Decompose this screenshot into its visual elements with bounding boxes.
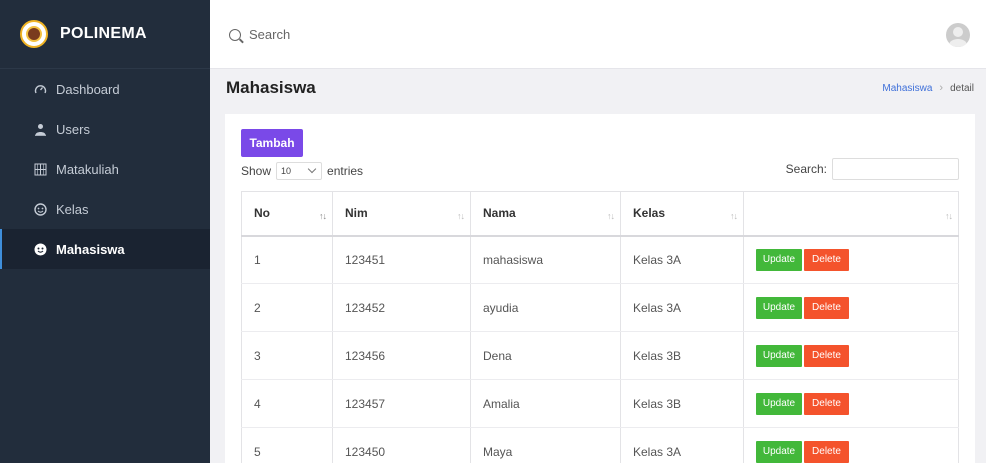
- update-button[interactable]: Update: [756, 440, 802, 463]
- cell-kelas: Kelas 3A: [620, 283, 744, 332]
- update-button[interactable]: Update: [756, 344, 802, 367]
- table-search-input[interactable]: [832, 158, 959, 180]
- sidebar-item-label: Kelas: [56, 201, 89, 217]
- cell-nim: 123450: [332, 427, 471, 463]
- sidebar-item-label: Mahasiswa: [56, 241, 125, 257]
- polinema-logo-icon: [20, 20, 48, 48]
- search-icon: [229, 28, 241, 41]
- cell-no: 2: [241, 283, 333, 332]
- table-row: 2 123452 ayudia Kelas 3A Update Delete: [241, 283, 959, 332]
- mahasiswa-table: No ↑↓ Nim ↑↓ Nama ↑↓ Kelas ↑↓ ↑↓ 1 123451 ma…: [241, 191, 959, 463]
- update-button[interactable]: Update: [756, 248, 802, 271]
- sort-icon: ↑↓: [319, 211, 327, 221]
- cell-kelas: Kelas 3B: [620, 379, 744, 428]
- smiley-icon: [33, 202, 47, 216]
- column-header-actions[interactable]: ↑↓: [743, 191, 959, 237]
- breadcrumb-link-mahasiswa[interactable]: Mahasiswa: [882, 83, 932, 94]
- cell-actions: Update Delete: [743, 331, 959, 380]
- sidebar-item-dashboard[interactable]: Dashboard: [0, 69, 210, 109]
- entries-label: entries: [327, 164, 364, 178]
- sidebar-item-mahasiswa[interactable]: Mahasiswa: [0, 229, 210, 269]
- table-search-label: Search:: [785, 162, 827, 176]
- content-card: Tambah Show 10 entries Search: No ↑↓ Nim ↑…: [225, 114, 975, 463]
- search-input[interactable]: [249, 27, 449, 42]
- cell-kelas: Kelas 3A: [620, 235, 744, 284]
- sidebar-item-label: Users: [56, 121, 90, 137]
- smiley-icon: [33, 242, 47, 256]
- cell-kelas: Kelas 3A: [620, 427, 744, 463]
- show-label: Show: [241, 164, 272, 178]
- delete-button[interactable]: Delete: [804, 344, 849, 367]
- sidebar: POLINEMA Dashboard Users Matakuliah Kela…: [0, 0, 210, 463]
- sort-icon: ↑↓: [607, 211, 615, 221]
- breadcrumb: Mahasiswa › detail: [882, 82, 974, 94]
- user-icon: [33, 122, 47, 136]
- chevron-down-icon: [307, 164, 317, 174]
- cell-no: 1: [241, 235, 333, 284]
- sidebar-item-label: Matakuliah: [56, 161, 119, 177]
- sidebar-nav: Dashboard Users Matakuliah Kelas Mahasis…: [0, 69, 210, 269]
- table-row: 4 123457 Amalia Kelas 3B Update Delete: [241, 379, 959, 428]
- delete-button[interactable]: Delete: [804, 440, 849, 463]
- sort-icon: ↑↓: [945, 211, 953, 221]
- sidebar-item-users[interactable]: Users: [0, 109, 210, 149]
- column-header-kelas[interactable]: Kelas ↑↓: [620, 191, 744, 237]
- brand-name: POLINEMA: [60, 25, 147, 42]
- delete-button[interactable]: Delete: [804, 248, 849, 271]
- update-button[interactable]: Update: [756, 296, 802, 319]
- column-header-nim[interactable]: Nim ↑↓: [332, 191, 471, 237]
- cell-actions: Update Delete: [743, 427, 959, 463]
- cell-no: 5: [241, 427, 333, 463]
- column-header-no[interactable]: No ↑↓: [241, 191, 333, 237]
- cell-nim: 123451: [332, 235, 471, 284]
- delete-button[interactable]: Delete: [804, 392, 849, 415]
- cell-nim: 123452: [332, 283, 471, 332]
- brand[interactable]: POLINEMA: [0, 0, 210, 69]
- delete-button[interactable]: Delete: [804, 296, 849, 319]
- cell-nama: Dena: [470, 331, 621, 380]
- table-row: 1 123451 mahasiswa Kelas 3A Update Delete: [241, 235, 959, 284]
- cell-nim: 123457: [332, 379, 471, 428]
- cell-nim: 123456: [332, 331, 471, 380]
- cell-nama: Maya: [470, 427, 621, 463]
- cell-actions: Update Delete: [743, 379, 959, 428]
- breadcrumb-current: detail: [950, 82, 974, 94]
- sort-icon: ↑↓: [457, 211, 465, 221]
- chevron-right-icon: ›: [939, 82, 944, 94]
- sort-icon: ↑↓: [730, 211, 738, 221]
- topbar: [210, 0, 986, 69]
- gauge-icon: [33, 82, 47, 96]
- cell-nama: Amalia: [470, 379, 621, 428]
- update-button[interactable]: Update: [756, 392, 802, 415]
- avatar[interactable]: [946, 23, 970, 47]
- sidebar-item-label: Dashboard: [56, 81, 120, 97]
- sidebar-item-kelas[interactable]: Kelas: [0, 189, 210, 229]
- entries-select[interactable]: 10: [276, 162, 323, 180]
- page-title: Mahasiswa: [226, 78, 316, 97]
- grid-icon: [33, 162, 47, 176]
- entries-length-control: Show 10 entries: [241, 162, 363, 180]
- table-search-control: Search:: [786, 158, 959, 180]
- table-row: 5 123450 Maya Kelas 3A Update Delete: [241, 427, 959, 463]
- cell-actions: Update Delete: [743, 235, 959, 284]
- cell-nama: mahasiswa: [470, 235, 621, 284]
- cell-actions: Update Delete: [743, 283, 959, 332]
- cell-nama: ayudia: [470, 283, 621, 332]
- column-header-nama[interactable]: Nama ↑↓: [470, 191, 621, 237]
- cell-kelas: Kelas 3B: [620, 331, 744, 380]
- entries-value: 10: [281, 166, 292, 176]
- sidebar-item-matakuliah[interactable]: Matakuliah: [0, 149, 210, 189]
- table-row: 3 123456 Dena Kelas 3B Update Delete: [241, 331, 959, 380]
- cell-no: 4: [241, 379, 333, 428]
- add-button[interactable]: Tambah: [241, 129, 303, 157]
- global-search: [229, 27, 449, 42]
- cell-no: 3: [241, 331, 333, 380]
- table-header-row: No ↑↓ Nim ↑↓ Nama ↑↓ Kelas ↑↓ ↑↓: [241, 191, 959, 237]
